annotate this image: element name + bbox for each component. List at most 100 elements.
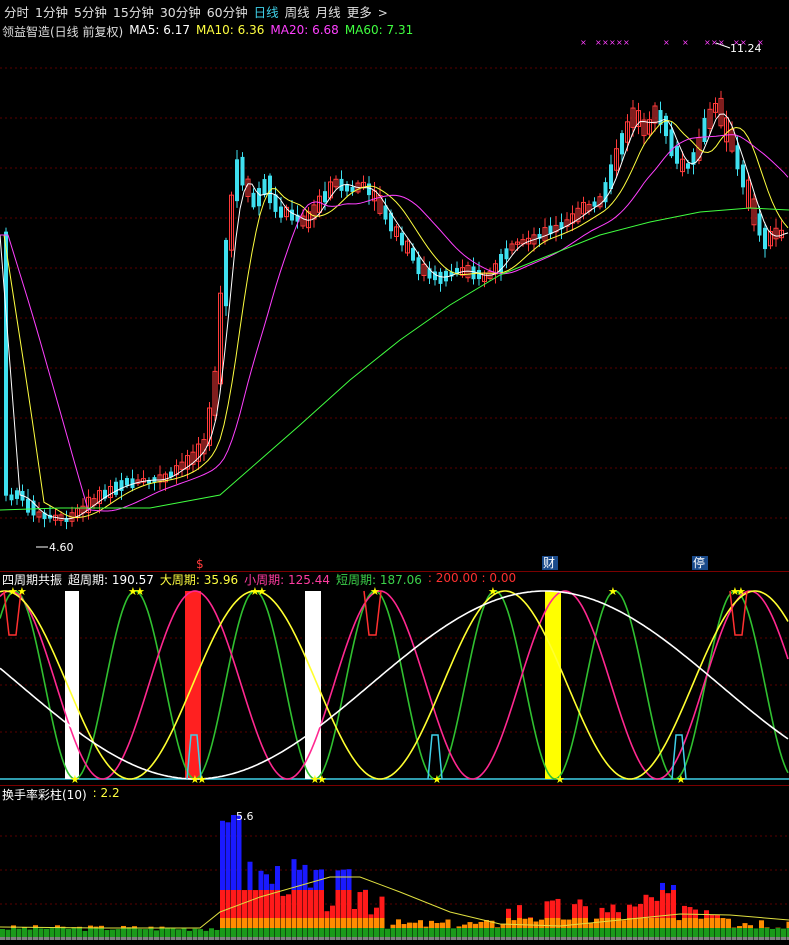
turnover-bar-segment xyxy=(632,937,638,940)
turnover-bar-segment xyxy=(319,937,324,940)
turnover-bar-segment xyxy=(627,937,632,940)
turnover-bar-segment xyxy=(280,895,286,918)
signal-mark: × xyxy=(663,40,670,47)
candle-down xyxy=(609,164,613,190)
turnover-bar-segment xyxy=(258,928,264,937)
turnover-bar-segment xyxy=(495,937,500,940)
turnover-bar-segment xyxy=(473,928,478,937)
turnover-bar-segment xyxy=(280,918,286,928)
turnover-bar-segment xyxy=(643,928,649,937)
tab-more[interactable]: 更多 > xyxy=(347,2,388,21)
turnover-bar-segment xyxy=(176,929,181,937)
turnover-bar-segment xyxy=(748,925,753,928)
turnover-bar-segment xyxy=(363,918,368,928)
turnover-bar-segment xyxy=(583,937,588,940)
resonance-bar xyxy=(305,591,321,779)
turnover-bar-segment xyxy=(275,918,280,928)
turnover-bar-segment xyxy=(313,918,319,928)
turnover-bar-segment xyxy=(286,928,291,937)
turnover-bar-segment xyxy=(313,937,319,940)
turnover-bar-segment xyxy=(423,928,429,937)
turnover-bar-segment xyxy=(621,937,627,940)
turnover-bar-segment xyxy=(280,937,286,940)
turnover-bar-segment xyxy=(22,937,27,940)
turnover-bar-segment xyxy=(401,924,407,928)
big-cycle-wave xyxy=(0,590,789,780)
short-cycle-value: 187.06 xyxy=(379,573,422,587)
turnover-bar-segment xyxy=(258,870,264,890)
turnover-bar-segment xyxy=(77,928,82,937)
turnover-bar-segment xyxy=(357,928,363,937)
tab-15min[interactable]: 15分钟 xyxy=(113,2,154,21)
stock-title: 领益智造(日线 前复权) xyxy=(2,25,124,39)
turnover-bar-segment xyxy=(132,928,137,937)
tab-1min[interactable]: 1分钟 xyxy=(35,2,68,21)
ma60-line xyxy=(0,207,789,511)
tab-monthly[interactable]: 月线 xyxy=(316,2,341,21)
turnover-bar-segment xyxy=(242,937,247,940)
turnover-bar-segment xyxy=(319,890,324,918)
candle-down xyxy=(251,192,256,208)
turnover-bar-segment xyxy=(759,920,764,928)
turnover-bar-segment xyxy=(346,869,352,890)
ma10-label: MA10: 6.36 xyxy=(195,23,265,37)
tab-30min[interactable]: 30分钟 xyxy=(160,2,201,21)
turnover-bar-segment xyxy=(676,937,682,940)
turnover-bar-segment xyxy=(577,918,583,928)
turnover-bar-segment xyxy=(60,928,66,937)
turnover-bar-segment xyxy=(390,937,396,940)
turnover-bar-segment xyxy=(456,928,462,937)
turnover-color-bar-chart[interactable]: 5.6 xyxy=(0,802,789,945)
turnover-bar-segment xyxy=(247,861,253,890)
turnover-bar-segment xyxy=(302,918,308,928)
candlestick-chart[interactable]: 11.244.60× × × × × × × × × × × × × ×$ 财停 xyxy=(0,40,789,572)
turnover-bar-segment xyxy=(544,928,550,937)
turnover-bar-segment xyxy=(357,892,363,918)
turnover-bar-segment xyxy=(434,923,440,928)
turnover-bar-segment xyxy=(352,908,357,918)
turnover-bar-segment xyxy=(225,890,231,918)
turnover-bar-segment xyxy=(286,937,291,940)
tab-5min[interactable]: 5分钟 xyxy=(74,2,107,21)
turnover-bar-segment xyxy=(231,815,236,890)
turnover-bar-segment xyxy=(27,937,33,940)
turnover-bar-segment xyxy=(60,937,66,940)
turnover-bar-segment xyxy=(71,928,77,937)
cycle-resonance-chart[interactable]: ★ ★ ★★ ★★ ★ ★ ★ ★★★ ★★ ★★ ★ ★ ★ xyxy=(0,587,789,785)
candle-down xyxy=(273,194,278,212)
turnover-value: : 2.2 xyxy=(92,786,120,800)
tab-60min[interactable]: 60分钟 xyxy=(207,2,248,21)
turnover-bar-segment xyxy=(621,928,627,937)
candle-down xyxy=(735,145,740,170)
turnover-bar-segment xyxy=(528,937,533,940)
turnover-bar-segment xyxy=(203,937,209,940)
signal-mark: × xyxy=(757,40,764,47)
turnover-bar-segment xyxy=(698,928,704,937)
turnover-bar-segment xyxy=(390,928,396,937)
turnover-bar-segment xyxy=(770,937,775,940)
signal-mark: × xyxy=(602,40,609,47)
tab-weekly[interactable]: 周线 xyxy=(285,2,310,21)
turnover-bar-segment xyxy=(748,937,753,940)
turnover-bar-segment xyxy=(660,918,665,928)
turnover-bar-segment xyxy=(500,928,506,937)
turnover-bar-segment xyxy=(451,928,456,937)
super-cycle-label: 超周期: xyxy=(68,573,109,587)
turnover-bar-segment xyxy=(159,937,165,940)
turnover-bar-segment xyxy=(104,930,110,937)
turnover-bar-segment xyxy=(616,937,621,940)
turnover-bar-segment xyxy=(654,918,660,928)
turnover-bar-segment xyxy=(374,907,379,918)
turnover-bar-segment xyxy=(687,918,693,928)
tab-daily[interactable]: 日线 xyxy=(254,2,279,21)
turnover-bar-segment xyxy=(462,924,467,928)
turnover-bar-segment xyxy=(38,937,44,940)
turnover-bar-segment xyxy=(456,937,462,940)
signal-mark: × xyxy=(733,40,740,47)
turnover-bar-segment xyxy=(511,937,517,940)
tab-intraday[interactable]: 分时 xyxy=(4,2,29,21)
turnover-bar-segment xyxy=(66,937,71,940)
star-marker: ★ xyxy=(555,773,565,785)
candle-down xyxy=(757,213,762,236)
event-marker-halt: 停 xyxy=(693,555,705,570)
